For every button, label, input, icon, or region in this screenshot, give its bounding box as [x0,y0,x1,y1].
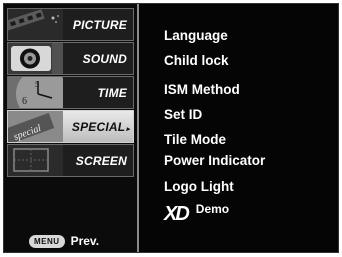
tab-sound-label: SOUND [82,52,127,66]
tab-special[interactable]: special SPECIAL▸ [7,110,134,143]
menu-item-xd-demo[interactable]: XD Demo [164,202,230,225]
menu-item-ism-method[interactable]: ISM Method [164,82,240,97]
menu-item-set-id[interactable]: Set ID [164,107,202,122]
menu-item-child-lock[interactable]: Child lock [164,53,229,68]
osd-menu: PICTURE SOUND 6 5 TIME special SPECIAL▸ … [3,3,339,253]
menu-item-power-indicator[interactable]: Power Indicator [164,153,265,168]
menu-item-tile-mode[interactable]: Tile Mode [164,132,226,147]
tab-picture-label: PICTURE [72,18,127,32]
prev-label: Prev. [70,234,100,248]
xd-logo: XD [164,203,190,225]
tab-screen-label: SCREEN [75,154,127,168]
prev-hint[interactable]: MENU Prev. [29,234,99,248]
menu-item-logo-light[interactable]: Logo Light [164,179,234,194]
tab-picture[interactable]: PICTURE [7,8,134,41]
screen-icon [8,145,63,176]
speaker-icon [8,43,63,74]
tab-time[interactable]: 6 5 TIME [7,76,134,109]
menu-item-language[interactable]: Language [164,28,228,43]
category-sidebar: PICTURE SOUND 6 5 TIME special SPECIAL▸ … [4,4,139,252]
svg-text:6: 6 [22,96,27,107]
demo-label: Demo [195,202,230,216]
clock-icon: 6 5 [8,77,63,108]
selected-arrow-icon: ▸ [126,126,130,133]
tab-screen[interactable]: SCREEN [7,144,134,177]
picture-icon [8,9,63,40]
tab-sound[interactable]: SOUND [7,42,134,75]
menu-key-icon: MENU [29,234,65,248]
tab-time-label: TIME [97,86,127,100]
tab-special-text: SPECIAL [71,120,126,134]
tab-special-label: SPECIAL▸ [72,120,130,134]
special-icon: special [8,111,63,142]
